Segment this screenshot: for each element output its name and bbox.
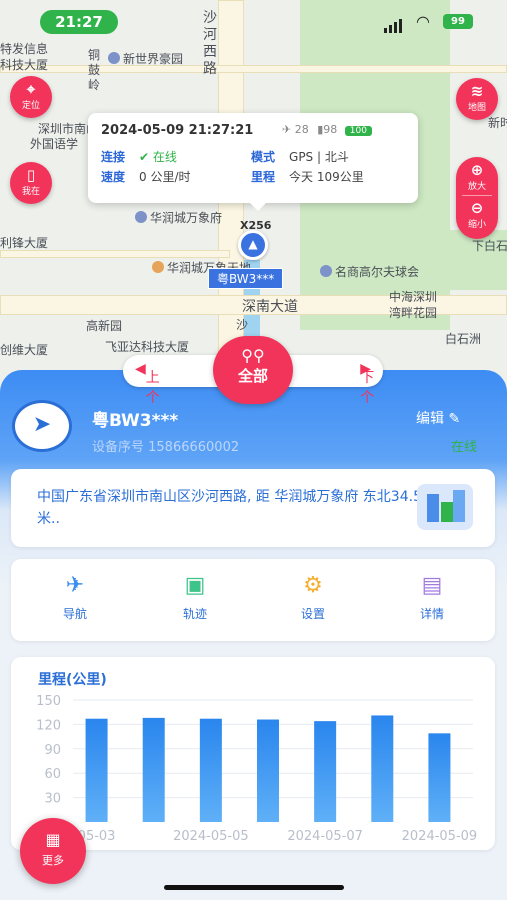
popup-datetime: 2024-05-09 21:27:21 [101, 123, 254, 138]
document-icon: ▤ [421, 573, 443, 598]
bar-2024-05-03 [85, 718, 108, 822]
map-label: 飞亚达科技大厦 [105, 340, 190, 354]
home-indicator [164, 885, 344, 890]
map-label: 湾畔花园 [389, 306, 438, 320]
grid-icon: ▦ [45, 830, 61, 849]
phone-icon: ▯ [26, 166, 36, 184]
check-icon: ✔ [139, 150, 153, 164]
track-button[interactable]: ▣ 轨迹 [155, 573, 235, 622]
status-time: 21:27 [40, 10, 118, 34]
action-bar: ✈ 导航 ▣ 轨迹 ⚙ 设置 ▤ 详情 [11, 559, 495, 641]
map-label: 名商高尔夫球会 [320, 263, 419, 280]
layers-icon: ≋ [470, 82, 484, 100]
locate-button[interactable]: ⌖ 定位 [10, 76, 52, 118]
vehicle-marker[interactable]: ▲ [238, 230, 268, 260]
map-label: 沙 [236, 318, 249, 332]
bar-2024-05-08 [371, 715, 394, 822]
y-tick-label: 150 [36, 694, 61, 709]
zoom-out-button[interactable]: ⊖ 缩小 [456, 199, 498, 230]
device-plate: 粤BW3*** [92, 411, 179, 431]
gear-icon: ⚙ [303, 573, 323, 598]
vehicle-plate-tag[interactable]: 粤BW3*** [208, 268, 284, 289]
mileage-chart-card: 里程(公里) 30 60 90 120 150 05-03 2024-05-05 2024-0… [11, 657, 495, 850]
x-tick-label: 2024-05-07 [287, 829, 363, 844]
bar-2024-05-09 [428, 733, 451, 822]
map-label: 科技大厦 [0, 58, 49, 72]
device-serial: 设备序号 15866660002 [92, 440, 240, 455]
map-label: 高新园 [86, 319, 123, 333]
satellite-count: 28 [294, 123, 309, 136]
paper-plane-icon: ✈ [65, 573, 85, 598]
bar-2024-05-07 [314, 721, 337, 822]
next-device-button[interactable]: 下个 ▶ [360, 361, 374, 406]
battery-icon: 99 [443, 14, 473, 29]
address-card[interactable]: 中国广东省深圳市南山区沙河西路, 距 华润城万象府 东北34.5米.. [11, 469, 495, 547]
y-tick-label: 30 [44, 792, 61, 807]
mileage-chart: 30609012015005-03 2024-05-05 2024-05-07 202… [36, 694, 478, 844]
cell-signal-icon [384, 14, 404, 33]
popup-status-icons: ✈ 28 ▮98 100 [282, 123, 372, 136]
pins-icon: ⚲⚲ [241, 346, 265, 365]
map-label: 新世界豪园 [108, 50, 183, 67]
map-label: 中海深圳 [389, 290, 438, 304]
map-label: 利锋大厦 [0, 236, 49, 250]
x-tick-label: 2024-05-05 [173, 829, 249, 844]
map-label: 外国语学 [30, 137, 79, 151]
map-label: 创维大厦 [0, 343, 49, 357]
map-label: 新时 [488, 116, 507, 130]
zoom-control: ⊕ 放大 ⊖ 缩小 [456, 157, 498, 239]
building-icon [417, 484, 473, 530]
map-layer-button[interactable]: ≋ 地图 [456, 78, 498, 120]
popup-connection: 连接 ✔ 在线 [101, 150, 177, 164]
divider [462, 195, 492, 196]
details-button[interactable]: ▤ 详情 [392, 573, 472, 622]
popup-mileage: 里程 今天 109公里 [251, 170, 364, 184]
y-tick-label: 60 [44, 767, 61, 782]
pencil-icon: ✎ [448, 411, 461, 427]
device-battery: 100 [344, 126, 372, 136]
map-label: 深南大道 [242, 299, 298, 315]
all-devices-button[interactable]: ⚲⚲ 全部 [213, 336, 293, 404]
prev-device-button[interactable]: ◀ 上个 [135, 361, 160, 406]
device-info-popup: 2024-05-09 21:27:21 ✈ 28 ▮98 100 连接 ✔ 在线 … [88, 113, 418, 211]
map-label: 白石洲 [445, 332, 482, 346]
address-text: 中国广东省深圳市南山区沙河西路, 距 华润城万象府 东北34.5米.. [37, 489, 422, 527]
device-status: 在线 [451, 440, 478, 455]
status-bar: 21:27 ◠ 99 [0, 0, 507, 40]
road [0, 65, 507, 73]
map-label: 下白石 [472, 239, 507, 253]
my-location-button[interactable]: ▯ 我在 [10, 162, 52, 204]
more-button[interactable]: ▦ 更多 [20, 818, 86, 884]
x-tick-label: 2024-05-09 [402, 829, 478, 844]
settings-button[interactable]: ⚙ 设置 [273, 573, 353, 622]
map-label: 铜鼓岭 [88, 48, 101, 92]
popup-mode: 模式 GPS | 北斗 [251, 150, 349, 164]
y-tick-label: 120 [36, 718, 61, 733]
zoom-in-button[interactable]: ⊕ 放大 [456, 161, 498, 192]
popup-speed: 速度 0 公里/时 [101, 170, 191, 184]
map-label: 特发信息 [0, 42, 49, 56]
road [0, 250, 230, 258]
signal-value: 98 [323, 123, 338, 136]
plus-icon: ⊕ [470, 161, 484, 179]
minus-icon: ⊖ [470, 199, 484, 217]
y-tick-label: 90 [44, 743, 61, 758]
bar-2024-05-06 [257, 719, 279, 822]
navigate-button[interactable]: ✈ 导航 [35, 573, 115, 622]
locate-icon: ⌖ [26, 80, 36, 98]
bar-2024-05-05 [199, 718, 222, 822]
edit-button[interactable]: 编辑 ✎ [416, 408, 460, 428]
satellite-icon: ✈ [282, 123, 292, 136]
video-icon: ▣ [184, 573, 206, 598]
wifi-icon: ◠ [416, 12, 430, 31]
map-label: 华润城万象府 [135, 209, 222, 226]
bar-2024-05-04 [142, 717, 165, 822]
device-avatar-icon: ➤ [12, 400, 72, 452]
